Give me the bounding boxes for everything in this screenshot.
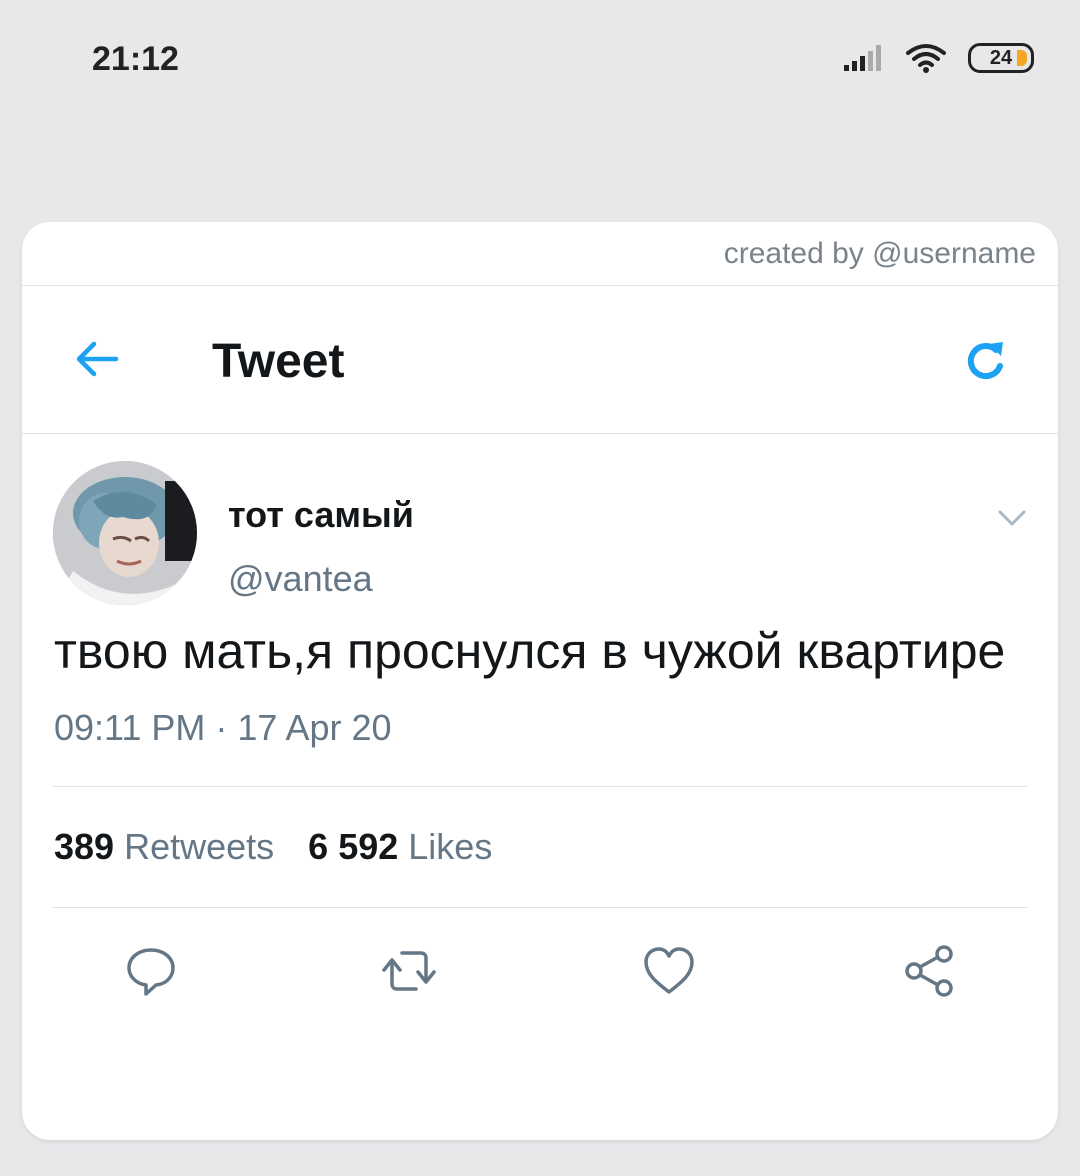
credit-text: created by @username xyxy=(723,236,1036,270)
tweet-stats: 389 Retweets 6 592 Likes xyxy=(54,787,1026,907)
reply-icon[interactable] xyxy=(124,944,178,998)
status-bar: 21:12 24 xyxy=(0,0,1080,120)
battery-level: 24 xyxy=(989,46,1013,69)
tweet-timestamp: 09:11 PM · 17 Apr 20 xyxy=(54,707,392,748)
back-arrow-icon[interactable] xyxy=(72,334,122,384)
likes-count: 6 592 xyxy=(308,826,399,867)
refresh-icon[interactable] xyxy=(962,338,1010,386)
signal-icon xyxy=(844,45,881,71)
retweet-icon[interactable] xyxy=(382,944,436,998)
wifi-icon xyxy=(906,44,946,73)
display-name[interactable]: тот самый xyxy=(228,494,414,536)
retweets-count: 389 xyxy=(54,826,115,867)
avatar[interactable] xyxy=(53,461,197,605)
share-icon[interactable] xyxy=(902,944,956,998)
like-icon[interactable] xyxy=(642,944,696,998)
battery-fill xyxy=(1017,50,1027,66)
tweet-actions xyxy=(22,908,1058,1030)
avatar-image xyxy=(53,461,197,605)
likes-label: Likes xyxy=(408,826,493,867)
likes-stat[interactable]: 6 592 Likes xyxy=(308,826,492,868)
status-time: 21:12 xyxy=(92,40,179,78)
credit-bar: created by @username xyxy=(22,222,1058,286)
user-handle[interactable]: @vantea xyxy=(228,558,373,600)
tweet-author: тот самый @vantea xyxy=(22,434,1058,620)
page-title: Tweet xyxy=(212,335,345,388)
retweets-stat[interactable]: 389 Retweets xyxy=(54,826,274,868)
tweet-text: твою мать,я проснулся в чужой квартире xyxy=(54,623,1006,679)
battery-icon: 24 xyxy=(968,43,1034,73)
tweet-card: created by @username Tweet тот самый @va… xyxy=(22,222,1058,1140)
status-icons: 24 xyxy=(842,40,1034,76)
retweets-label: Retweets xyxy=(124,826,275,867)
tweet-header: Tweet xyxy=(22,286,1058,434)
chevron-down-icon[interactable] xyxy=(996,502,1028,534)
